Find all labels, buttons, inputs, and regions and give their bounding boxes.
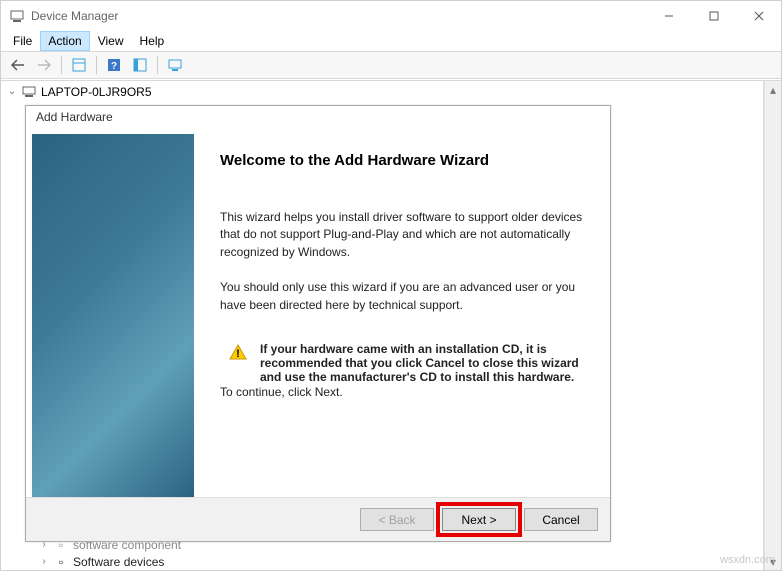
wizard-title: Add Hardware	[26, 106, 610, 130]
tree-root-label: LAPTOP-0LJR9OR5	[41, 85, 152, 99]
scan-icon[interactable]	[163, 54, 187, 76]
tree-item[interactable]: › ▫ Software devices	[39, 553, 763, 570]
tree-item-label: Software devices	[73, 555, 164, 569]
app-icon	[9, 8, 25, 24]
chevron-down-icon[interactable]: ⌄	[7, 86, 17, 97]
scrollbar-vertical[interactable]: ▴ ▾	[764, 81, 781, 570]
back-icon[interactable]	[6, 54, 30, 76]
wizard-paragraph: This wizard helps you install driver sof…	[220, 209, 584, 261]
device-icon: ▫	[53, 554, 69, 570]
wizard-warning-text: If your hardware came with an installati…	[260, 342, 579, 384]
menu-file[interactable]: File	[5, 31, 40, 51]
cancel-button[interactable]: Cancel	[524, 508, 598, 531]
next-button[interactable]: Next >	[442, 508, 516, 531]
menu-help[interactable]: Help	[132, 31, 173, 51]
close-button[interactable]	[736, 1, 781, 31]
wizard-continue-text: To continue, click Next.	[220, 384, 584, 401]
menu-view[interactable]: View	[90, 31, 132, 51]
forward-icon[interactable]	[32, 54, 56, 76]
back-button: < Back	[360, 508, 434, 531]
tree-root-row[interactable]: ⌄ LAPTOP-0LJR9OR5	[7, 83, 757, 100]
svg-text:!: !	[236, 348, 240, 360]
menu-bar: File Action View Help	[1, 31, 781, 51]
chevron-right-icon[interactable]: ›	[39, 556, 49, 567]
toolbar: ?	[1, 51, 781, 79]
warning-icon: !	[228, 342, 248, 384]
view-icon[interactable]	[128, 54, 152, 76]
watermark: wsxdn.com	[720, 554, 775, 566]
computer-icon	[21, 84, 37, 100]
window-titlebar: Device Manager	[1, 1, 781, 31]
add-hardware-wizard: Add Hardware Welcome to the Add Hardware…	[25, 105, 611, 542]
wizard-paragraph: You should only use this wizard if you a…	[220, 279, 584, 314]
menu-action[interactable]: Action	[40, 31, 89, 51]
wizard-footer: < Back Next > Cancel	[26, 497, 610, 541]
svg-text:?: ?	[111, 61, 117, 72]
wizard-sidebar-graphic	[32, 134, 194, 497]
window-title: Device Manager	[31, 9, 646, 23]
maximize-button[interactable]	[691, 1, 736, 31]
wizard-heading: Welcome to the Add Hardware Wizard	[220, 152, 584, 169]
minimize-button[interactable]	[646, 1, 691, 31]
help-icon[interactable]: ?	[102, 54, 126, 76]
scroll-up-icon[interactable]: ▴	[765, 81, 781, 98]
properties-icon[interactable]	[67, 54, 91, 76]
